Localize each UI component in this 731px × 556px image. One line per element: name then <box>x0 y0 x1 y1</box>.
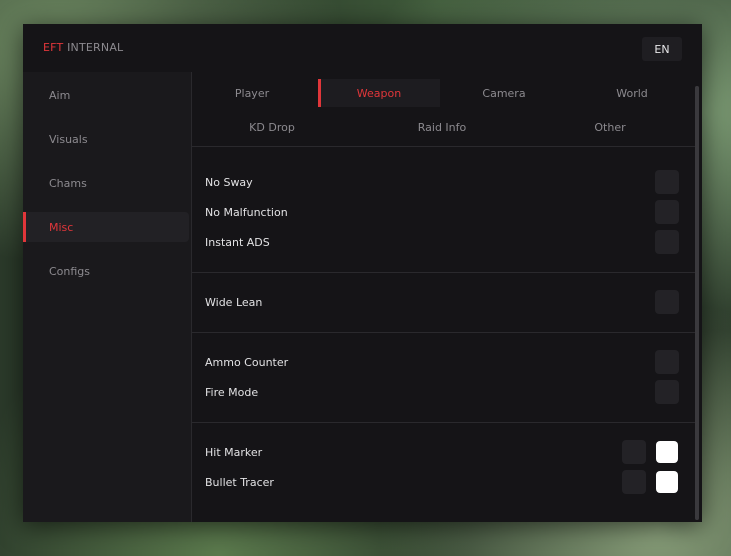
no-malfunction-label: No Malfunction <box>205 206 288 219</box>
title-bar: EFT INTERNAL EN <box>23 24 702 72</box>
language-button[interactable]: EN <box>642 37 682 61</box>
tab-world[interactable]: World <box>582 79 682 107</box>
main-panel: Player Weapon Camera World KD Drop Raid … <box>191 72 695 522</box>
tab-label: KD Drop <box>249 120 295 134</box>
wide-lean-checkbox[interactable] <box>655 290 679 314</box>
tab-label: Other <box>594 120 626 134</box>
hit-marker-color-swatch[interactable] <box>656 441 678 463</box>
no-sway-checkbox[interactable] <box>655 170 679 194</box>
divider <box>192 272 695 273</box>
instant-ads-label: Instant ADS <box>205 236 270 249</box>
bullet-tracer-label: Bullet Tracer <box>205 476 274 489</box>
tab-label: Player <box>234 86 270 100</box>
sidebar: Aim Visuals Chams Misc Configs <box>23 72 191 522</box>
app-title: EFT INTERNAL <box>43 41 123 54</box>
ammo-counter-checkbox[interactable] <box>655 350 679 374</box>
wide-lean-label: Wide Lean <box>205 296 263 309</box>
app-window: EFT INTERNAL EN Aim Visuals Chams Misc C… <box>23 24 702 522</box>
instant-ads-checkbox[interactable] <box>655 230 679 254</box>
tab-other[interactable]: Other <box>560 113 660 141</box>
no-malfunction-checkbox[interactable] <box>655 200 679 224</box>
no-sway-label: No Sway <box>205 176 253 189</box>
divider <box>192 422 695 423</box>
bullet-tracer-checkbox[interactable] <box>622 470 646 494</box>
bullet-tracer-color-swatch[interactable] <box>656 471 678 493</box>
tab-player[interactable]: Player <box>200 79 304 107</box>
sidebar-item-label: Misc <box>49 220 74 234</box>
tab-label: Camera <box>482 86 526 100</box>
ammo-counter-label: Ammo Counter <box>205 356 289 369</box>
sidebar-item-aim[interactable]: Aim <box>23 80 189 110</box>
active-tab-indicator <box>318 79 321 107</box>
fire-mode-checkbox[interactable] <box>655 380 679 404</box>
active-indicator <box>23 212 26 242</box>
hit-marker-checkbox[interactable] <box>622 440 646 464</box>
divider <box>192 332 695 333</box>
tab-kd-drop[interactable]: KD Drop <box>222 113 322 141</box>
sidebar-item-label: Configs <box>49 264 91 278</box>
brand-secondary: INTERNAL <box>67 41 124 54</box>
tab-label: World <box>616 86 648 100</box>
tab-weapon[interactable]: Weapon <box>318 79 440 107</box>
tab-label: Weapon <box>356 86 402 100</box>
scrollbar-thumb[interactable] <box>695 86 699 520</box>
sidebar-item-configs[interactable]: Configs <box>23 256 189 286</box>
scrollbar[interactable] <box>695 86 699 520</box>
fire-mode-label: Fire Mode <box>205 386 259 399</box>
sidebar-item-label: Visuals <box>49 132 88 146</box>
hit-marker-label: Hit Marker <box>205 446 263 459</box>
tab-camera[interactable]: Camera <box>454 79 554 107</box>
sidebar-item-misc[interactable]: Misc <box>23 212 189 242</box>
divider <box>192 146 695 147</box>
brand-primary: EFT <box>43 41 64 54</box>
sidebar-item-label: Chams <box>49 176 87 190</box>
sidebar-item-chams[interactable]: Chams <box>23 168 189 198</box>
tab-label: Raid Info <box>417 120 467 134</box>
sidebar-item-visuals[interactable]: Visuals <box>23 124 189 154</box>
sidebar-item-label: Aim <box>49 88 71 102</box>
tab-raid-info[interactable]: Raid Info <box>392 113 492 141</box>
